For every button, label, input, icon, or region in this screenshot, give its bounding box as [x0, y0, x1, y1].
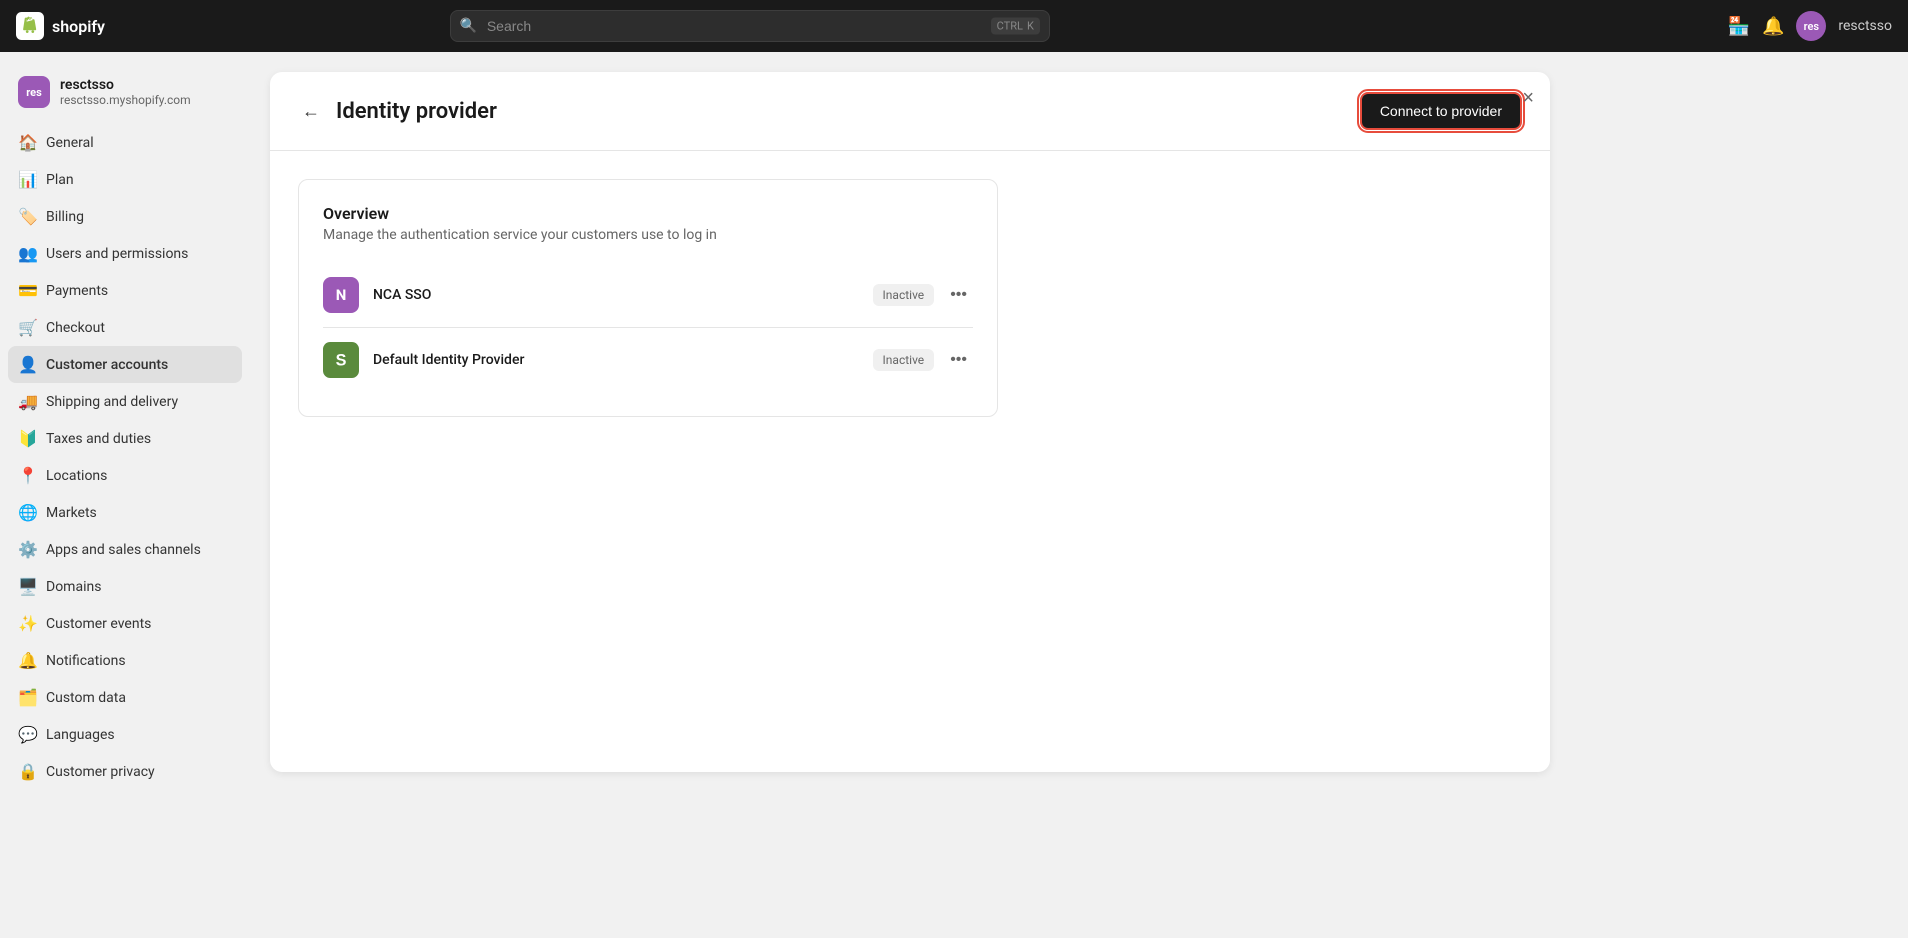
sidebar-item-languages[interactable]: 💬 Languages [8, 716, 242, 753]
nav-icon-locations: 📍 [18, 466, 36, 485]
nav-icon-users: 👥 [18, 244, 36, 263]
nav-label-checkout: Checkout [46, 320, 105, 336]
shopify-logo[interactable]: shopify [16, 12, 105, 40]
sidebar-item-users[interactable]: 👥 Users and permissions [8, 235, 242, 272]
nav-icon-markets: 🌐 [18, 503, 36, 522]
nav-label-shipping: Shipping and delivery [46, 394, 178, 410]
nav-icon-billing: 🏷️ [18, 207, 36, 226]
search-bar: 🔍 CTRL K [450, 10, 1050, 42]
content-area: × ← Identity provider Connect to provide… [250, 52, 1908, 938]
nav-label-taxes: Taxes and duties [46, 431, 151, 447]
nav-label-languages: Languages [46, 727, 115, 743]
nav-items-list: 🏠 General 📊 Plan 🏷️ Billing 👥 Users and … [8, 124, 242, 790]
provider-name-nca-sso: NCA SSO [373, 287, 873, 303]
nav-label-general: General [46, 135, 94, 151]
nav-label-plan: Plan [46, 172, 74, 188]
nav-icon-shipping: 🚚 [18, 392, 36, 411]
sidebar-item-locations[interactable]: 📍 Locations [8, 457, 242, 494]
sidebar-item-customer-events[interactable]: ✨ Customer events [8, 605, 242, 642]
sidebar-item-payments[interactable]: 💳 Payments [8, 272, 242, 309]
nav-icon-languages: 💬 [18, 725, 36, 744]
provider-row-default-idp: S Default Identity Provider Inactive ••• [323, 327, 973, 392]
logo-text: shopify [52, 17, 105, 36]
providers-list: N NCA SSO Inactive ••• S Default Identit… [323, 263, 973, 392]
sidebar-item-notifications[interactable]: 🔔 Notifications [8, 642, 242, 679]
nav-icon-apps: ⚙️ [18, 540, 36, 559]
nav-label-notifications: Notifications [46, 653, 126, 669]
sidebar-item-apps[interactable]: ⚙️ Apps and sales channels [8, 531, 242, 568]
top-navigation: shopify 🔍 CTRL K 🏪 🔔 res resctsso [0, 0, 1908, 52]
nav-icon-customer-events: ✨ [18, 614, 36, 633]
back-button[interactable]: ← [298, 97, 324, 126]
nav-icon-payments: 💳 [18, 281, 36, 300]
nav-label-customer-privacy: Customer privacy [46, 764, 155, 780]
nav-icon-custom-data: 🗂️ [18, 688, 36, 707]
provider-name-default-idp: Default Identity Provider [373, 352, 873, 368]
nav-icon-domains: 🖥️ [18, 577, 36, 596]
sidebar-item-markets[interactable]: 🌐 Markets [8, 494, 242, 531]
close-button[interactable]: × [1522, 88, 1534, 108]
search-input[interactable] [450, 10, 1050, 42]
overview-description: Manage the authentication service your c… [323, 227, 973, 243]
panel-title-group: ← Identity provider [298, 97, 497, 126]
status-badge-default-idp: Inactive [873, 349, 935, 371]
search-shortcut: CTRL K [991, 18, 1040, 35]
sidebar-item-general[interactable]: 🏠 General [8, 124, 242, 161]
user-avatar[interactable]: res [1796, 11, 1826, 41]
provider-row-nca-sso: N NCA SSO Inactive ••• [323, 263, 973, 327]
store-avatar: res [18, 76, 50, 108]
main-layout: res resctsso resctsso.myshopify.com 🏠 Ge… [0, 52, 1908, 938]
sidebar-item-plan[interactable]: 📊 Plan [8, 161, 242, 198]
nav-label-apps: Apps and sales channels [46, 542, 201, 558]
nav-label-users: Users and permissions [46, 246, 188, 262]
nav-icon-general: 🏠 [18, 133, 36, 152]
nav-label-custom-data: Custom data [46, 690, 126, 706]
nav-label-billing: Billing [46, 209, 84, 225]
provider-icon-shopify: S [323, 342, 359, 378]
nav-label-customer-accounts: Customer accounts [46, 357, 168, 373]
nav-label-payments: Payments [46, 283, 108, 299]
provider-icon-nca: N [323, 277, 359, 313]
nav-icon-customer-accounts: 👤 [18, 355, 36, 374]
sidebar-item-billing[interactable]: 🏷️ Billing [8, 198, 242, 235]
sidebar-item-domains[interactable]: 🖥️ Domains [8, 568, 242, 605]
sidebar-item-checkout[interactable]: 🛒 Checkout [8, 309, 242, 346]
topnav-right: 🏪 🔔 res resctsso [1728, 11, 1892, 41]
username-label: resctsso [1838, 18, 1892, 34]
nav-icon-customer-privacy: 🔒 [18, 762, 36, 781]
more-options-button-nca-sso[interactable]: ••• [944, 282, 973, 308]
store-profile[interactable]: res resctsso resctsso.myshopify.com [8, 68, 242, 116]
nav-icon-checkout: 🛒 [18, 318, 36, 337]
nav-icon-plan: 📊 [18, 170, 36, 189]
notifications-icon[interactable]: 🔔 [1762, 16, 1784, 37]
settings-panel: × ← Identity provider Connect to provide… [270, 72, 1550, 772]
store-info: resctsso resctsso.myshopify.com [60, 77, 191, 107]
sidebar-item-custom-data[interactable]: 🗂️ Custom data [8, 679, 242, 716]
store-url: resctsso.myshopify.com [60, 93, 191, 107]
overview-title: Overview [323, 204, 973, 223]
panel-title: Identity provider [336, 99, 497, 124]
nav-label-customer-events: Customer events [46, 616, 151, 632]
nav-icon-notifications: 🔔 [18, 651, 36, 670]
nav-label-locations: Locations [46, 468, 107, 484]
store-icon[interactable]: 🏪 [1728, 16, 1750, 37]
nav-label-domains: Domains [46, 579, 101, 595]
sidebar-item-customer-privacy[interactable]: 🔒 Customer privacy [8, 753, 242, 790]
store-name: resctsso [60, 77, 191, 93]
search-icon: 🔍 [460, 18, 477, 34]
connect-to-provider-button[interactable]: Connect to provider [1360, 92, 1522, 130]
sidebar-item-taxes[interactable]: 🔰 Taxes and duties [8, 420, 242, 457]
sidebar: res resctsso resctsso.myshopify.com 🏠 Ge… [0, 52, 250, 938]
svg-text:S: S [336, 351, 347, 369]
status-badge-nca-sso: Inactive [873, 284, 935, 306]
overview-card: Overview Manage the authentication servi… [298, 179, 998, 417]
sidebar-item-customer-accounts[interactable]: 👤 Customer accounts [8, 346, 242, 383]
nav-label-markets: Markets [46, 505, 97, 521]
more-options-button-default-idp[interactable]: ••• [944, 347, 973, 373]
nav-icon-taxes: 🔰 [18, 429, 36, 448]
panel-header: ← Identity provider Connect to provider [270, 72, 1550, 151]
sidebar-item-shipping[interactable]: 🚚 Shipping and delivery [8, 383, 242, 420]
panel-body: Overview Manage the authentication servi… [270, 151, 1550, 445]
